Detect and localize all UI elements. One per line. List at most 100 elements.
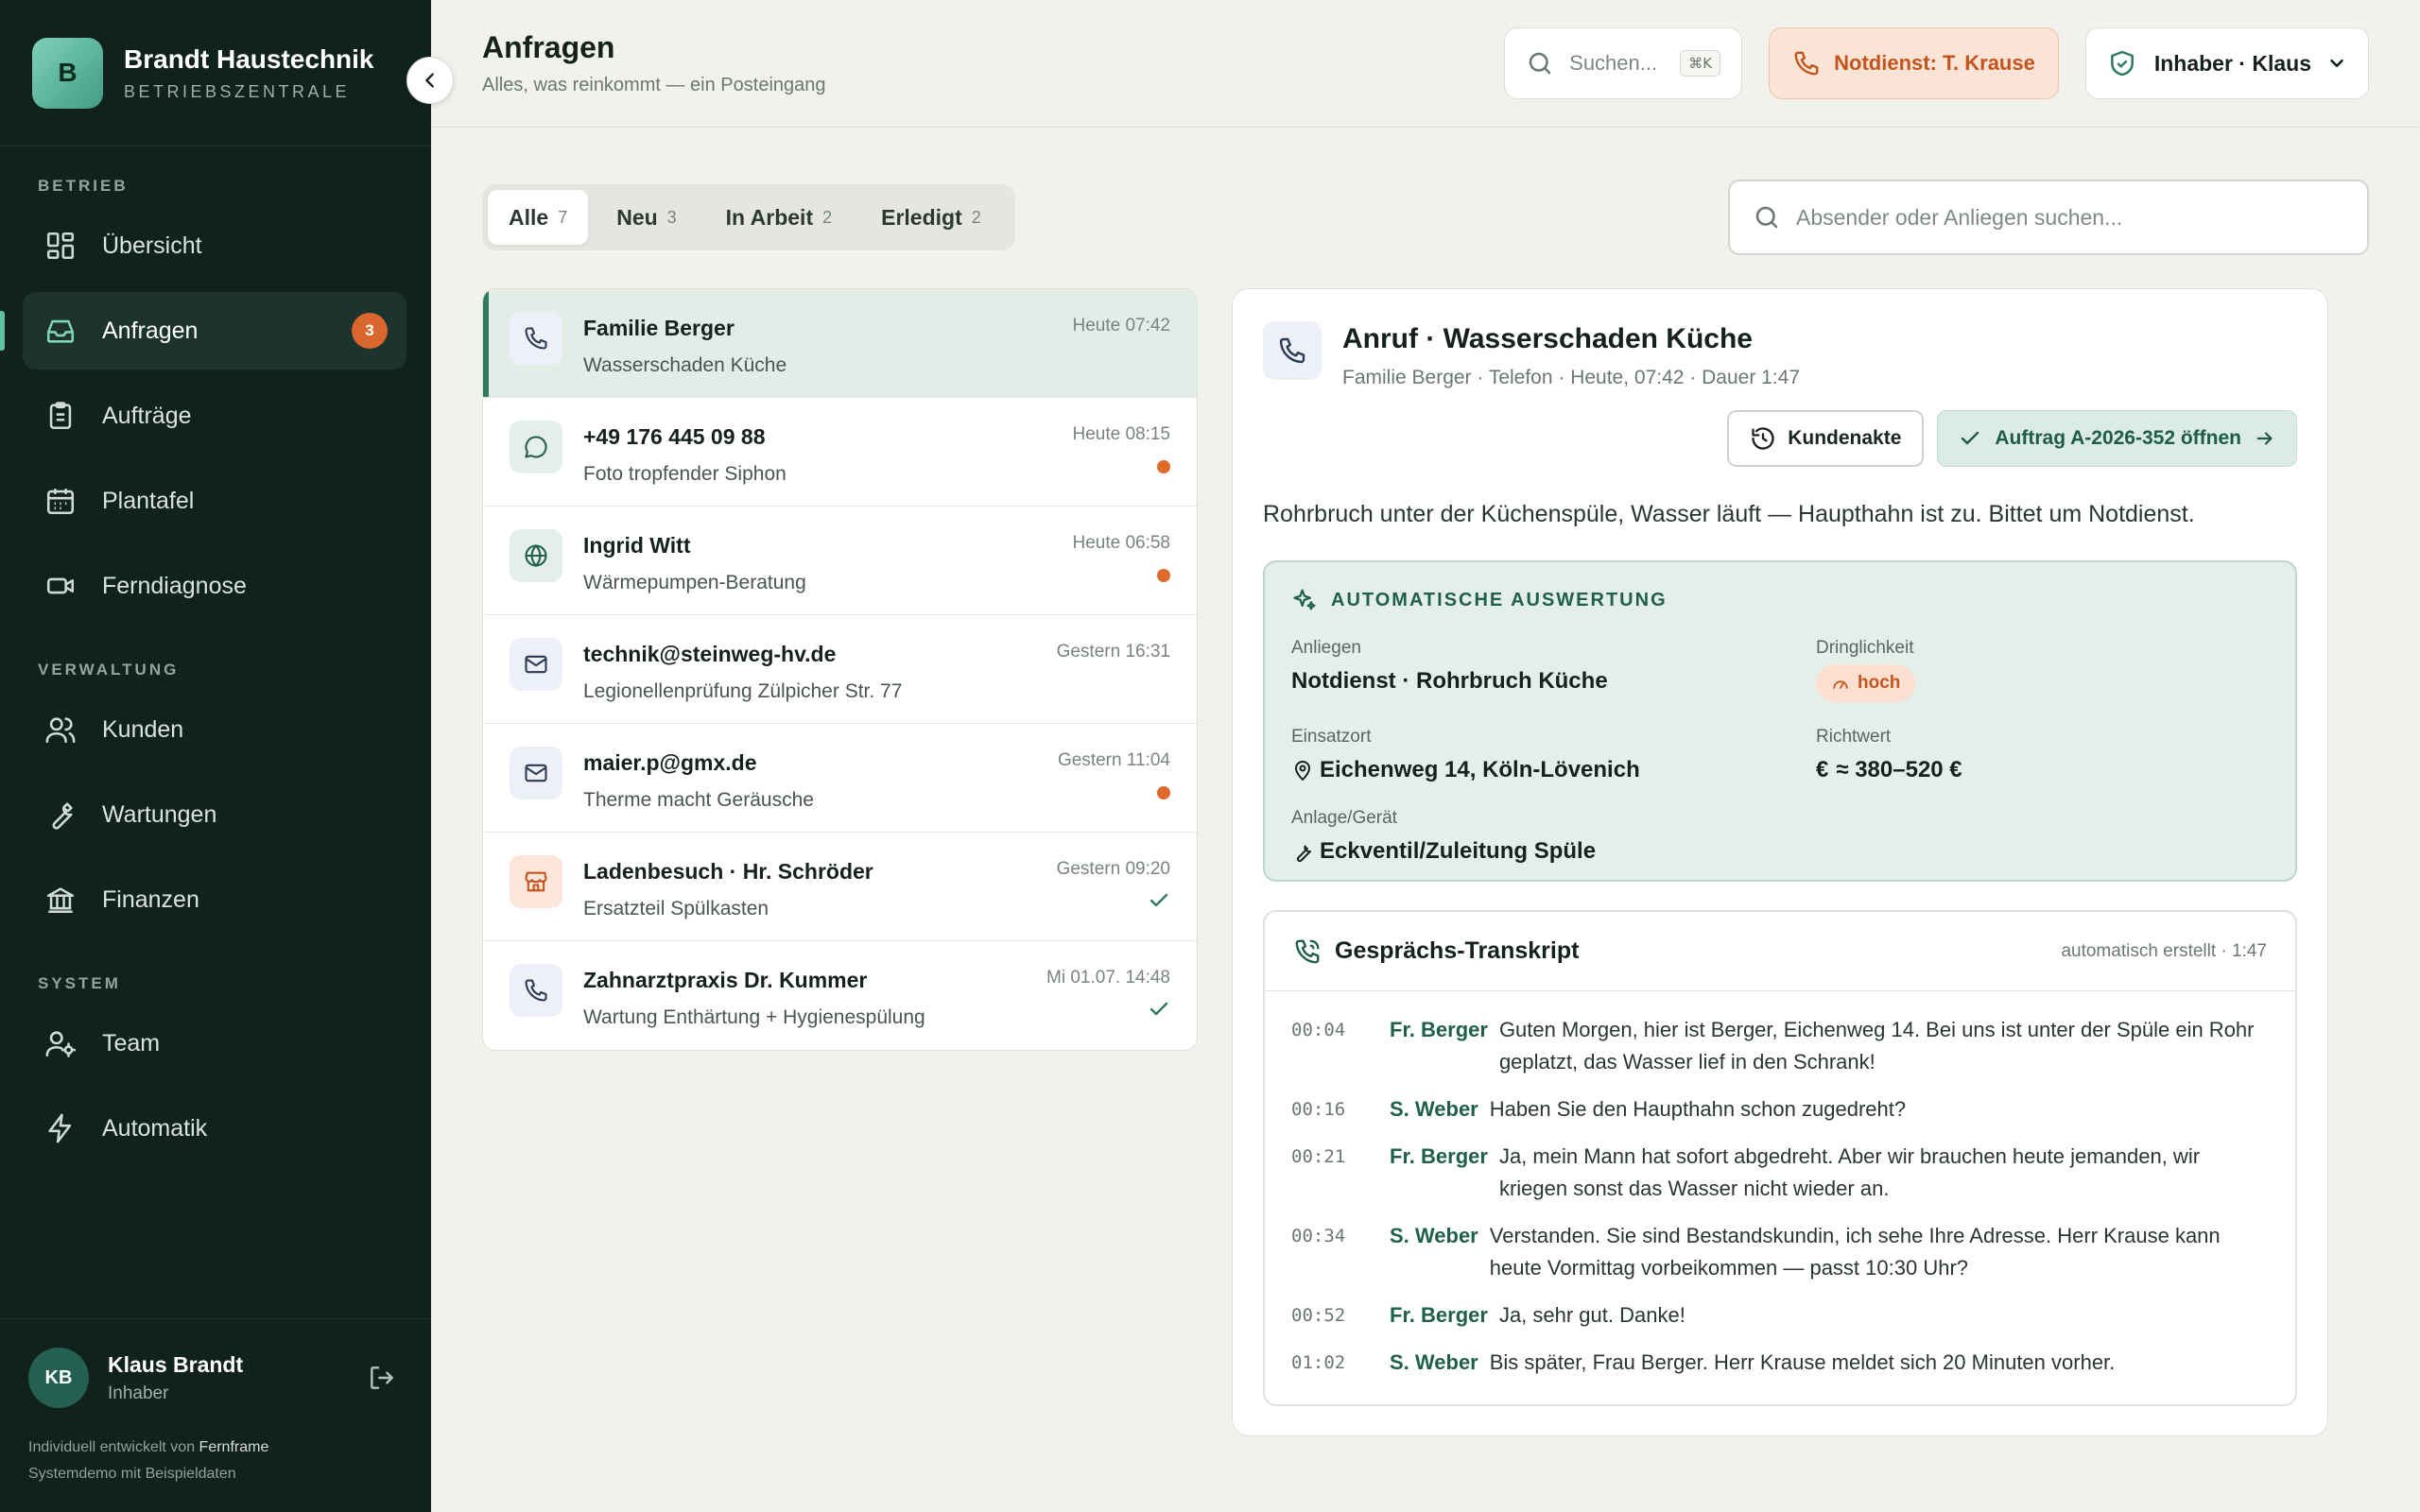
tab-erledigt[interactable]: Erledigt 2	[860, 190, 1002, 245]
item-sender: Familie Berger	[583, 316, 735, 340]
user-profile: KB Klaus Brandt Inhaber	[28, 1348, 403, 1408]
global-search-button[interactable]: Suchen... ⌘K	[1504, 27, 1743, 99]
sidebar-item-wartungen[interactable]: Wartungen	[23, 776, 406, 853]
role-switcher[interactable]: Inhaber · Klaus	[2084, 27, 2369, 99]
item-time: Mi 01.07. 14:48	[1046, 968, 1170, 988]
mail-icon	[525, 655, 547, 674]
sidebar-item-plantafel[interactable]: Plantafel	[23, 462, 406, 540]
list-item[interactable]: maier.p@gmx.de Therme macht Geräusche Ges…	[483, 724, 1197, 833]
gauge-icon	[1833, 680, 1848, 689]
user-name: Klaus Brandt	[108, 1351, 244, 1377]
transcript-line: 00:21 Fr. Berger Ja, mein Mann hat sofort …	[1291, 1144, 2201, 1200]
sidebar-item-kunden[interactable]: Kunden	[23, 691, 406, 768]
transcript-line: 00:52 Fr. Berger Ja, sehr gut. Danke!	[1291, 1303, 1685, 1327]
concern-value: Notdienst · Rohrbruch Küche	[1291, 668, 1608, 694]
transcript-meta: automatisch erstellt · 1:47	[2061, 940, 2267, 961]
sidebar-item-label: Anfragen	[102, 317, 199, 344]
detail-title: Anruf · Wasserschaden Küche	[1342, 323, 1753, 354]
transcript-line: 00:04 Fr. Berger Guten Morgen, hier ist Be…	[1291, 1018, 2255, 1074]
customer-record-button[interactable]: Kundenakte	[1727, 410, 1925, 467]
open-order-button[interactable]: Auftrag A-2026-352 öffnen	[1937, 410, 2297, 467]
sidebar-item-label: Automatik	[102, 1114, 208, 1142]
section-label-betrieb: BETRIEB	[38, 177, 129, 195]
grid-icon	[42, 227, 79, 265]
item-sender: Ingrid Witt	[583, 533, 691, 558]
sidebar-item-label: Team	[102, 1029, 161, 1057]
bank-icon	[42, 881, 79, 919]
store-icon	[525, 871, 547, 892]
sidebar-item-label: Finanzen	[102, 885, 199, 913]
section-label-system: SYSTEM	[38, 974, 121, 992]
transcript-card: Gesprächs-Transkript automatisch erstell…	[1263, 910, 2297, 1406]
item-sender: Zahnarztpraxis Dr. Kummer	[583, 968, 868, 992]
bolt-icon	[42, 1109, 79, 1147]
arrow-right-icon	[2256, 432, 2273, 445]
search-icon	[1529, 52, 1551, 75]
globe-icon	[525, 543, 547, 568]
sidebar-item-finanzen[interactable]: Finanzen	[23, 861, 406, 938]
list-item[interactable]: +49 176 445 09 88 Foto tropfender Siphon …	[483, 398, 1197, 507]
history-icon	[1752, 427, 1774, 450]
item-subject: Therme macht Geräusche	[583, 789, 814, 811]
list-item[interactable]: Zahnarztpraxis Dr. Kummer Wartung Enthärt…	[483, 941, 1197, 1050]
check-icon	[1150, 893, 1168, 907]
list-item[interactable]: Familie Berger Wasserschaden Küche Heute …	[483, 289, 1197, 398]
location-value: Eichenweg 14, Köln-Lövenich	[1320, 757, 1640, 782]
item-subject: Ersatzteil Spülkasten	[583, 898, 769, 919]
user-gear-icon	[42, 1024, 79, 1062]
item-subject: Wärmepumpen-Beratung	[583, 572, 806, 593]
phone-icon	[1279, 337, 1305, 364]
status-tabs: Alle 7 Neu 3 In Arbeit 2 Erledigt 2	[482, 184, 1015, 250]
collapse-sidebar-button[interactable]	[406, 57, 454, 104]
transcript-lines: 00:04 Fr. Berger Guten Morgen, hier ist Be…	[1265, 991, 2295, 1379]
mail-icon	[525, 764, 547, 782]
credit-text: Individuell entwickelt von Fernframe Sys…	[28, 1439, 269, 1482]
unread-badge: 3	[352, 313, 388, 349]
main-content: Anfragen Alles, was reinkommt — ein Post…	[431, 0, 2420, 1512]
sidebar-item-automatik[interactable]: Automatik	[23, 1090, 406, 1167]
unread-dot	[1157, 786, 1170, 799]
logout-button[interactable]	[367, 1363, 397, 1393]
page-subtitle: Alles, was reinkommt — ein Posteingang	[482, 75, 826, 95]
wrench-icon	[42, 796, 79, 833]
list-item[interactable]: Ingrid Witt Wärmepumpen-Beratung Heute 06…	[483, 507, 1197, 615]
transcript-line: 01:02 S. Weber Bis später, Frau Berger. He…	[1291, 1350, 2116, 1374]
page-title: Anfragen	[482, 30, 615, 64]
item-subject: Wasserschaden Küche	[583, 354, 787, 376]
item-time: Gestern 09:20	[1056, 859, 1170, 879]
item-time: Heute 06:58	[1072, 533, 1170, 553]
emergency-contact-button[interactable]: Notdienst: T. Krause	[1769, 27, 2059, 99]
sidebar-item-anfragen[interactable]: Anfragen 3	[0, 292, 406, 369]
calendar-icon	[42, 482, 79, 520]
shield-check-icon	[2110, 50, 2134, 77]
tab-alle[interactable]: Alle 7	[488, 190, 589, 245]
map-pin-icon	[1295, 761, 1310, 781]
search-icon	[1755, 206, 1778, 229]
sidebar-item-uebersicht[interactable]: Übersicht	[23, 207, 406, 284]
tab-in-arbeit[interactable]: In Arbeit 2	[705, 190, 853, 245]
sidebar-item-auftraege[interactable]: Aufträge	[23, 377, 406, 455]
transcript-line: 00:16 S. Weber Haben Sie den Haupthahn sch…	[1291, 1097, 1907, 1121]
list-item[interactable]: Ladenbesuch · Hr. Schröder Ersatzteil Spü…	[483, 833, 1197, 941]
avatar: KB	[28, 1348, 89, 1408]
app-root: B Brandt Haustechnik BETRIEBSZENTRALE BE…	[0, 0, 2420, 1512]
sidebar-item-ferndiagnose[interactable]: Ferndiagnose	[23, 547, 406, 625]
sidebar-item-team[interactable]: Team	[23, 1005, 406, 1082]
credit-company: Fernframe	[199, 1439, 269, 1455]
inbox-search-placeholder: Absender oder Anliegen suchen...	[1796, 204, 2123, 230]
wrench-icon	[1296, 845, 1311, 863]
users-icon	[42, 711, 79, 748]
euro-icon: €	[1816, 757, 1829, 782]
list-item[interactable]: technik@steinweg-hv.de Legionellenprüfung…	[483, 615, 1197, 724]
global-search-placeholder: Suchen...	[1569, 51, 1658, 75]
check-icon	[1150, 1002, 1168, 1016]
sidebar-item-label: Aufträge	[102, 402, 192, 429]
item-time: Heute 08:15	[1072, 424, 1170, 444]
chevron-down-icon	[2330, 59, 2343, 68]
transcript-line: 00:34 S. Weber Verstanden. Sie sind Bestan…	[1291, 1224, 2221, 1280]
inbox-search-input[interactable]: Absender oder Anliegen suchen...	[1728, 180, 2369, 255]
urgency-badge: hoch	[1816, 664, 1916, 702]
detail-meta: Familie Berger · Telefon · Heute, 07:42 …	[1342, 367, 1801, 388]
inbox-list: Familie Berger Wasserschaden Küche Heute …	[482, 288, 1198, 1051]
tab-neu[interactable]: Neu 3	[596, 190, 697, 245]
